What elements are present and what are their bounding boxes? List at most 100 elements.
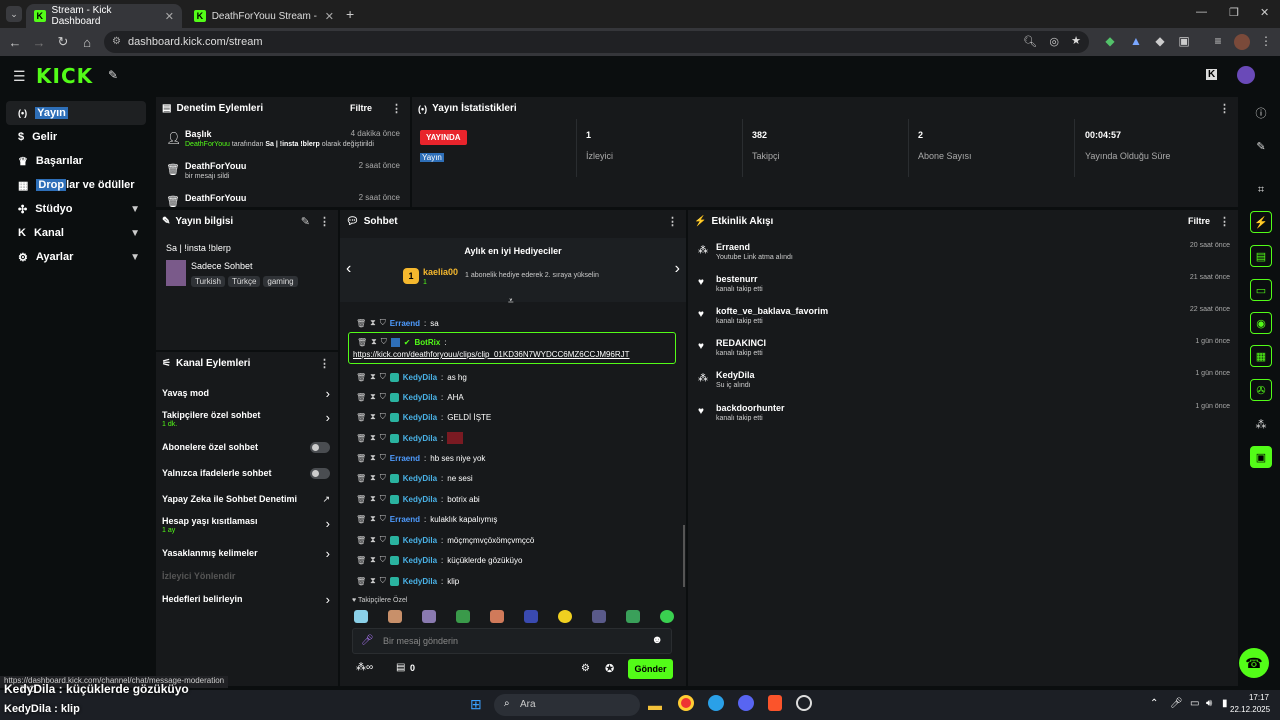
chevron-right-icon[interactable]: › bbox=[675, 260, 680, 278]
trash-icon[interactable]: 🗑︎ bbox=[356, 393, 366, 402]
ban-icon[interactable]: ⛉ bbox=[380, 318, 386, 328]
more-options-icon[interactable]: ⋮ bbox=[319, 215, 330, 228]
bot-icon[interactable]: ✪ bbox=[605, 662, 614, 675]
sidebar-item-settings[interactable]: ⚙ Ayarlar ▼ bbox=[6, 245, 146, 269]
network-icon[interactable]: ▭ bbox=[1190, 698, 1199, 709]
chat-username[interactable]: KedyDila bbox=[403, 474, 437, 483]
ban-icon[interactable]: ⛉ bbox=[380, 392, 386, 402]
timeout-icon[interactable]: ⧗ bbox=[370, 433, 376, 443]
chat-username[interactable]: KedyDila bbox=[403, 434, 437, 443]
chat-username[interactable]: KedyDila bbox=[403, 556, 437, 565]
zoom-icon[interactable]: 🔍︎ bbox=[1023, 35, 1037, 48]
chat-username[interactable]: KedyDila bbox=[403, 577, 437, 586]
kick-studio-icon[interactable]: K bbox=[1206, 69, 1218, 80]
emote-only-toggle[interactable] bbox=[310, 468, 330, 479]
timeout-icon[interactable]: ⧗ bbox=[371, 337, 377, 347]
minimize-button[interactable]: — bbox=[1196, 6, 1207, 18]
sidebar-item-studio[interactable]: ✣ Stüdyo ▼ bbox=[6, 197, 146, 221]
ban-icon[interactable]: ⛉ bbox=[380, 576, 386, 586]
info-icon[interactable]: ⓘ bbox=[1250, 102, 1272, 124]
back-icon[interactable]: ← bbox=[4, 35, 26, 50]
timeout-icon[interactable]: ⧗ bbox=[370, 372, 376, 382]
send-button[interactable]: Gönder bbox=[628, 659, 673, 679]
chat-username[interactable]: KedyDila bbox=[403, 413, 437, 422]
more-options-icon[interactable]: ⋮ bbox=[1219, 215, 1230, 228]
user-avatar[interactable] bbox=[1237, 66, 1255, 84]
media-icon[interactable]: ≡ bbox=[1210, 34, 1226, 50]
edge-icon[interactable] bbox=[708, 695, 724, 711]
extension-icon[interactable]: ◆ bbox=[1152, 34, 1168, 50]
sidebar-item-revenue[interactable]: $ Gelir bbox=[6, 125, 146, 149]
ai-moderation-row[interactable]: Yapay Zeka ile Sohbet Denetimi ↗ bbox=[156, 494, 338, 508]
browser-tab-dashboard[interactable]: K Stream - Kick Dashboard ✕ bbox=[26, 4, 182, 28]
battery-icon[interactable]: ▮ bbox=[1222, 698, 1228, 709]
trash-icon[interactable]: 🗑︎ bbox=[356, 495, 366, 504]
site-info-icon[interactable]: ⚙ bbox=[112, 36, 121, 47]
more-options-icon[interactable]: ⋮ bbox=[391, 102, 402, 115]
profile-avatar[interactable] bbox=[1234, 34, 1250, 50]
emote-icon[interactable] bbox=[456, 610, 470, 623]
focus-icon[interactable]: ⌗ bbox=[1250, 179, 1272, 201]
chat-bubble-icon[interactable]: ▭ bbox=[1250, 279, 1272, 301]
trash-icon[interactable]: 🗑︎ bbox=[356, 319, 366, 328]
chat-username[interactable]: BotRix bbox=[414, 338, 440, 347]
maximize-button[interactable]: ❐ bbox=[1229, 6, 1239, 19]
ban-icon[interactable]: ⛉ bbox=[380, 494, 386, 504]
puzzle-extensions-icon[interactable]: ▣ bbox=[1176, 34, 1192, 50]
trash-icon[interactable]: 🗑︎ bbox=[356, 454, 366, 463]
followers-only-row[interactable]: Takipçilere özel sohbet 1 dk. › bbox=[156, 410, 338, 432]
timeout-icon[interactable]: ⧗ bbox=[370, 392, 376, 402]
folder-icon[interactable]: ▬ bbox=[648, 697, 662, 713]
edit-icon[interactable]: ✎ bbox=[301, 215, 310, 228]
chrome-icon[interactable] bbox=[678, 695, 694, 711]
chevron-left-icon[interactable]: ‹ bbox=[346, 260, 351, 278]
trash-icon[interactable]: 🗑︎ bbox=[356, 373, 366, 382]
lightning-icon[interactable]: ⚡ bbox=[1250, 211, 1272, 233]
trash-icon[interactable]: 🗑︎ bbox=[356, 577, 366, 586]
close-tab-icon[interactable]: ✕ bbox=[165, 10, 174, 23]
extension-icon[interactable]: ▲ bbox=[1128, 34, 1144, 50]
account-age-row[interactable]: Hesap yaşı kısıtlaması 1 ay › bbox=[156, 516, 338, 538]
emote-icon[interactable] bbox=[558, 610, 572, 623]
more-options-icon[interactable]: ⋮ bbox=[1219, 102, 1230, 115]
timeout-icon[interactable]: ⧗ bbox=[370, 514, 376, 524]
ban-icon[interactable]: ⛉ bbox=[380, 453, 386, 463]
taskbar-search[interactable]: ⌕ Ara bbox=[494, 694, 640, 716]
sidebar-item-channel[interactable]: K Kanal ▼ bbox=[6, 221, 146, 245]
broadcast-icon[interactable]: ◉ bbox=[1250, 312, 1272, 334]
microphone-icon[interactable]: 🎤︎ bbox=[1170, 698, 1183, 709]
emote-icon[interactable] bbox=[626, 610, 640, 623]
obs-icon[interactable] bbox=[796, 695, 812, 711]
chat-username[interactable]: Erraend bbox=[390, 454, 420, 463]
forward-icon[interactable]: → bbox=[28, 35, 50, 50]
timeout-icon[interactable]: ⧗ bbox=[370, 453, 376, 463]
ban-icon[interactable]: ⛉ bbox=[380, 555, 386, 565]
timeout-icon[interactable]: ⧗ bbox=[370, 473, 376, 483]
trash-icon[interactable]: 🗑︎ bbox=[356, 434, 366, 443]
grid-icon[interactable]: ▦ bbox=[1250, 345, 1272, 367]
brave-icon[interactable] bbox=[768, 695, 782, 711]
volume-icon[interactable]: 🔊︎ bbox=[1206, 698, 1212, 709]
timeout-icon[interactable]: ⧗ bbox=[370, 494, 376, 504]
ban-icon[interactable]: ⛉ bbox=[380, 412, 386, 422]
emote-icon[interactable] bbox=[354, 610, 368, 623]
chat-username[interactable]: KedyDila bbox=[403, 373, 437, 382]
emote-icon[interactable] bbox=[422, 610, 436, 623]
ban-icon[interactable]: ⛉ bbox=[380, 514, 386, 524]
timeout-icon[interactable]: ⧗ bbox=[370, 318, 376, 328]
chat-username[interactable]: Erraend bbox=[390, 515, 420, 524]
filter-button[interactable]: Filtre bbox=[1188, 216, 1210, 226]
browser-menu-icon[interactable]: ⋮ bbox=[1258, 34, 1274, 50]
windows-start-icon[interactable]: ⊞ bbox=[470, 696, 482, 713]
new-tab-button[interactable]: + bbox=[346, 6, 354, 22]
chat-username[interactable]: KedyDila bbox=[403, 495, 437, 504]
shield-extension-icon[interactable]: ◆ bbox=[1102, 34, 1118, 50]
help-chat-button[interactable]: ☎ bbox=[1239, 648, 1269, 678]
reload-icon[interactable]: ↻ bbox=[52, 34, 74, 50]
hamburger-menu-icon[interactable]: ☰ bbox=[13, 68, 26, 85]
emote-icon[interactable] bbox=[524, 610, 538, 623]
more-options-icon[interactable]: ⋮ bbox=[667, 215, 678, 228]
browser-tab-stream[interactable]: K DeathForYouu Stream - Watch ✕ bbox=[186, 4, 342, 28]
ban-icon[interactable]: ⛉ bbox=[381, 337, 387, 347]
sidebar-item-drops[interactable]: ▦ Drop lar ve ödüller bbox=[6, 173, 146, 197]
